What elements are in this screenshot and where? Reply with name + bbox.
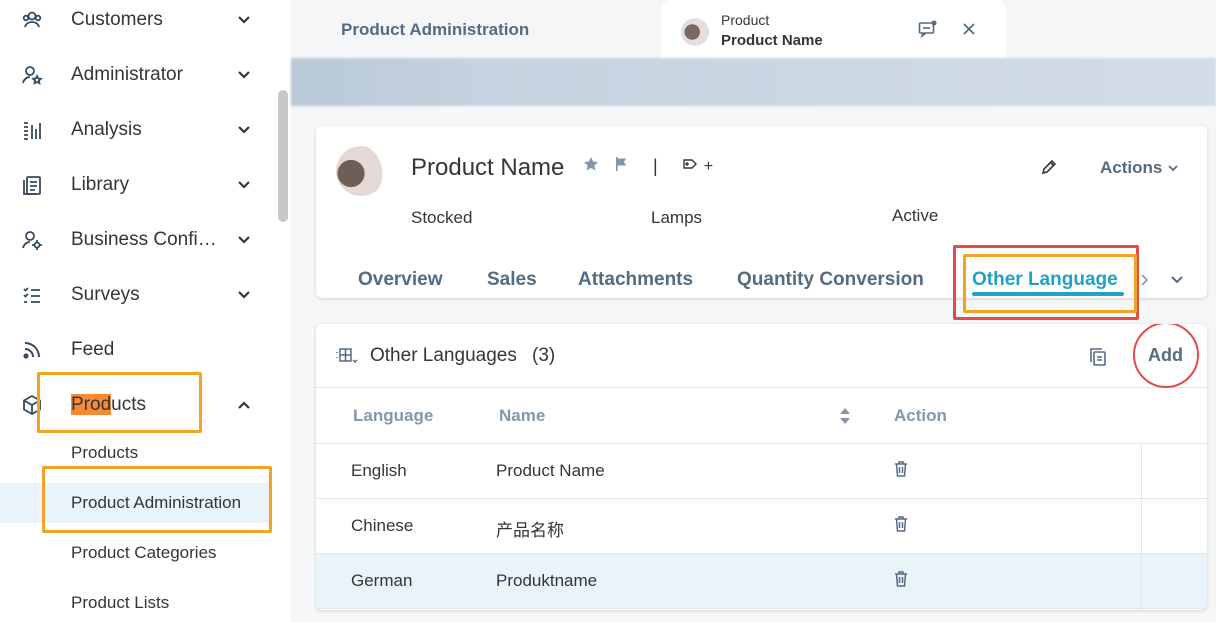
sidebar-item-label: Feed xyxy=(71,339,115,360)
table-title: Other Languages xyxy=(370,345,517,366)
sort-icon[interactable] xyxy=(838,406,852,426)
tab-quantity-conversion[interactable]: Quantity Conversion xyxy=(737,269,924,291)
column-divider xyxy=(1141,444,1142,610)
tab-sales[interactable]: Sales xyxy=(487,269,537,291)
chevron-down-icon[interactable] xyxy=(236,287,252,303)
table-row[interactable]: German Produktname xyxy=(316,554,1142,609)
sidebar-item-label: Library xyxy=(71,174,130,195)
other-languages-table: Other Languages (3) Add Language Name Ac… xyxy=(316,324,1207,610)
chat-icon[interactable] xyxy=(918,20,938,39)
actions-button[interactable]: Actions xyxy=(1100,158,1179,178)
copy-icon[interactable] xyxy=(1088,346,1108,368)
annotation-box-products xyxy=(37,372,202,433)
table-toolbar: Other Languages (3) Add xyxy=(316,324,1207,388)
subitem-label: Product Categories xyxy=(71,543,217,562)
tag-icon[interactable] xyxy=(682,157,698,176)
row-extension xyxy=(1142,499,1207,554)
sidebar-item-label: Administrator xyxy=(71,64,183,85)
customers-icon xyxy=(21,9,43,31)
cell-name[interactable]: Product Name xyxy=(496,461,605,481)
tab-bar: Product Administration Product Product N… xyxy=(291,0,1216,58)
attr-stock-status: Stocked xyxy=(411,208,473,227)
sidebar-item-business-configuration[interactable]: Business Confi… xyxy=(0,220,270,260)
chevron-down-icon[interactable] xyxy=(236,67,252,83)
subitem-label: Product Lists xyxy=(71,593,170,612)
star-icon[interactable] xyxy=(583,156,599,177)
actions-label: Actions xyxy=(1100,158,1163,177)
main-content: Product Administration Product Product N… xyxy=(291,0,1216,622)
chevron-down-icon[interactable] xyxy=(236,122,252,138)
chevron-down-icon[interactable] xyxy=(236,12,252,28)
chevron-down-icon xyxy=(1168,165,1178,172)
flag-icon[interactable] xyxy=(613,156,629,177)
sidebar-item-label: Business Confi… xyxy=(71,229,217,250)
delete-icon[interactable] xyxy=(893,460,909,478)
annotation-circle-add xyxy=(1133,324,1199,388)
sidebar-item-label: Surveys xyxy=(71,284,140,305)
sidebar-subitem-product-lists[interactable]: Product Lists xyxy=(0,583,272,622)
sidebar-item-feed[interactable]: Feed xyxy=(0,330,270,370)
chevron-down-icon[interactable] xyxy=(236,232,252,248)
doc-tab-type: Product xyxy=(721,12,770,28)
blurred-header xyxy=(291,58,1216,106)
add-tag-button[interactable]: + xyxy=(704,158,713,176)
administrator-icon xyxy=(21,64,43,86)
surveys-icon xyxy=(21,284,43,306)
cell-name[interactable]: 产品名称 xyxy=(496,516,564,541)
cell-language: Chinese xyxy=(351,516,414,535)
table-count: (3) xyxy=(532,345,556,366)
column-header-language[interactable]: Language xyxy=(353,406,433,426)
sidebar-item-label: Analysis xyxy=(71,119,142,140)
page-title: Product Name xyxy=(411,154,565,181)
analysis-icon xyxy=(21,119,43,141)
annotation-box-product-administration xyxy=(42,466,272,533)
product-image xyxy=(336,146,386,196)
close-icon[interactable] xyxy=(960,20,978,38)
cell-name[interactable]: Produktname xyxy=(496,571,597,591)
table-row[interactable]: Chinese 产品名称 xyxy=(316,499,1142,554)
tab-product-administration[interactable]: Product Administration xyxy=(341,20,529,40)
table-row[interactable]: English Product Name xyxy=(316,444,1142,499)
sidebar-item-label: Customers xyxy=(71,9,163,30)
feed-icon xyxy=(21,339,43,361)
sidebar-item-analysis[interactable]: Analysis xyxy=(0,110,270,150)
sidebar-item-customers[interactable]: Customers xyxy=(0,0,270,40)
sidebar-item-administrator[interactable]: Administrator xyxy=(0,55,270,95)
business-config-icon xyxy=(21,229,43,251)
chevron-up-icon[interactable] xyxy=(236,397,252,413)
tab-product-document[interactable]: Product Product Name xyxy=(661,0,1006,58)
sidebar-scrollbar[interactable] xyxy=(278,90,288,222)
chevron-right-icon[interactable] xyxy=(1139,273,1149,292)
doc-tab-title: Product Name xyxy=(721,32,823,49)
sidebar-item-surveys[interactable]: Surveys xyxy=(0,275,270,315)
sidebar: Customers Administrator Analysis Library… xyxy=(0,0,291,622)
annotation-orange-box-tab xyxy=(963,254,1137,313)
tab-attachments[interactable]: Attachments xyxy=(578,269,693,291)
column-header-name[interactable]: Name xyxy=(499,406,545,426)
row-extension xyxy=(1142,444,1207,499)
delete-icon[interactable] xyxy=(893,570,909,588)
sidebar-subitem-product-categories[interactable]: Product Categories xyxy=(0,533,272,573)
tab-overview[interactable]: Overview xyxy=(358,269,443,291)
tabs-overflow-chevron-icon[interactable] xyxy=(1169,273,1185,291)
row-extension xyxy=(1142,554,1207,609)
cell-language: English xyxy=(351,461,407,480)
cell-language: German xyxy=(351,571,413,590)
attr-status: Active xyxy=(892,206,939,225)
chevron-down-icon[interactable] xyxy=(236,177,252,193)
product-thumbnail xyxy=(681,18,709,46)
separator: | xyxy=(653,156,658,176)
subitem-label: Products xyxy=(71,443,139,462)
column-header-action: Action xyxy=(894,406,947,425)
header-icon-group: | + xyxy=(583,156,713,177)
edit-icon[interactable] xyxy=(1040,158,1058,176)
attr-category: Lamps xyxy=(651,208,703,227)
library-icon xyxy=(21,174,43,196)
delete-icon[interactable] xyxy=(893,515,909,533)
table-settings-icon[interactable] xyxy=(336,346,358,366)
sidebar-item-library[interactable]: Library xyxy=(0,165,270,205)
